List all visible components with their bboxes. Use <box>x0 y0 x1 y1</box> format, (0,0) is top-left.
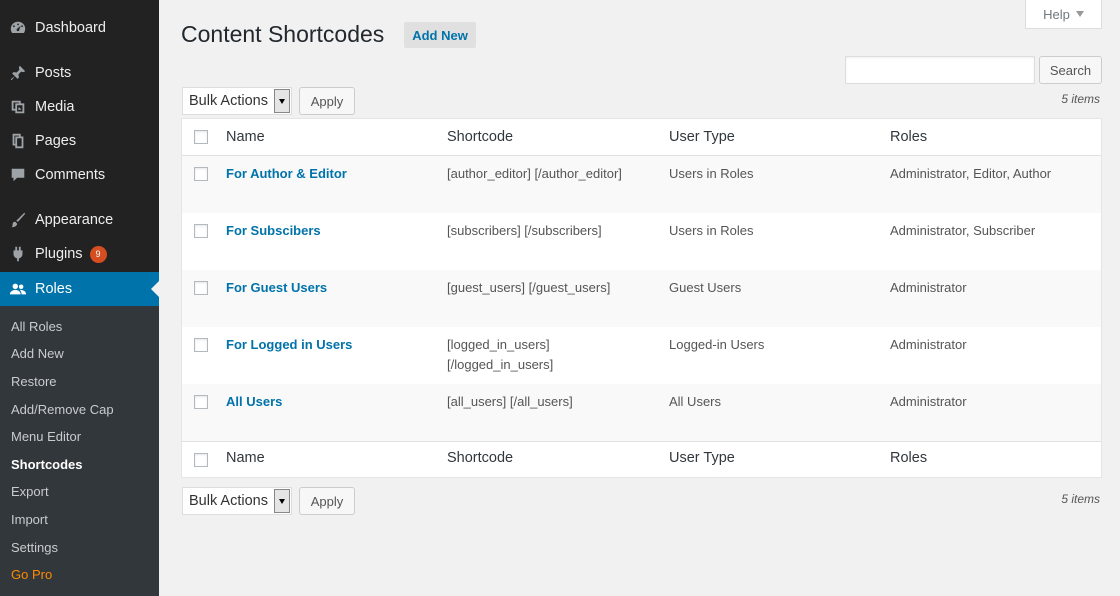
bulk-actions-value: Bulk Actions <box>189 493 268 509</box>
update-count-badge: 9 <box>89 245 107 263</box>
select-all-checkbox-footer[interactable] <box>194 453 208 467</box>
menu-label: Comments <box>35 167 106 183</box>
row-user-type: Users in Roles <box>669 166 754 181</box>
dashboard-icon <box>8 18 28 38</box>
table-row: All Users [all_users] [/all_users] All U… <box>182 384 1101 441</box>
menu-label: Posts <box>35 65 72 81</box>
add-new-button[interactable]: Add New <box>404 22 476 48</box>
search-input[interactable] <box>845 56 1035 84</box>
row-user-type: All Users <box>669 394 722 409</box>
submenu-menu-editor[interactable]: Menu Editor <box>11 429 81 444</box>
menu-label: Media <box>35 99 75 115</box>
submenu-restore[interactable]: Restore <box>11 374 57 389</box>
row-name-link[interactable]: All Users <box>226 392 282 412</box>
row-checkbox[interactable] <box>194 281 208 295</box>
pin-icon <box>8 63 28 83</box>
column-header-roles: Roles <box>890 129 928 145</box>
menu-label: Pages <box>35 133 77 149</box>
roles-submenu: All Roles Add New Restore Add/Remove Cap… <box>0 306 159 596</box>
help-tab-button[interactable]: Help <box>1025 0 1102 29</box>
menu-label: Appearance <box>35 212 114 228</box>
apply-button-top[interactable]: Apply <box>299 87 355 115</box>
row-name-link[interactable]: For Author & Editor <box>226 164 347 184</box>
dropdown-arrow-icon <box>274 489 290 513</box>
submenu-export[interactable]: Export <box>11 484 49 499</box>
menu-label: Dashboard <box>35 20 106 36</box>
row-user-type: Guest Users <box>669 280 742 295</box>
row-user-type: Logged-in Users <box>669 337 765 352</box>
media-icon <box>8 97 28 117</box>
submenu-import[interactable]: Import <box>11 512 48 527</box>
admin-sidebar: Dashboard Posts Media Pages Comments App… <box>0 0 159 596</box>
row-checkbox[interactable] <box>194 224 208 238</box>
row-shortcode: [guest_users] [/guest_users] <box>447 280 611 295</box>
row-user-type: Users in Roles <box>669 223 754 238</box>
menu-item-appearance[interactable]: Appearance <box>0 203 159 237</box>
column-footer-name[interactable]: Name <box>226 450 265 466</box>
apply-button-bottom[interactable]: Apply <box>299 487 355 515</box>
column-header-user-type: User Type <box>669 129 735 145</box>
dropdown-arrow-icon <box>274 89 290 113</box>
menu-label: Roles <box>35 281 73 297</box>
users-icon <box>8 279 28 299</box>
table-row: For Guest Users [guest_users] [/guest_us… <box>182 270 1101 327</box>
submenu-add-remove-cap[interactable]: Add/Remove Cap <box>11 402 114 417</box>
submenu-add-new[interactable]: Add New <box>11 346 64 361</box>
menu-item-pages[interactable]: Pages <box>0 124 159 158</box>
table-header-row: Name Shortcode User Type Roles <box>182 119 1101 156</box>
menu-label: Plugins <box>35 246 83 262</box>
caret-down-icon <box>1075 11 1084 17</box>
items-count-top: 5 items <box>1061 92 1100 106</box>
page-title: Content Shortcodes <box>181 21 385 47</box>
row-name-link[interactable]: For Guest Users <box>226 278 327 298</box>
bulk-actions-value: Bulk Actions <box>189 93 268 109</box>
row-roles: Administrator <box>890 394 967 409</box>
submenu-shortcodes[interactable]: Shortcodes <box>11 457 83 472</box>
bulk-actions-select-top[interactable]: Bulk Actions <box>182 87 292 115</box>
bulk-actions-select-bottom[interactable]: Bulk Actions <box>182 487 292 515</box>
row-shortcode: [author_editor] [/author_editor] <box>447 166 622 181</box>
table-row: For Logged in Users [logged_in_users] [/… <box>182 327 1101 384</box>
column-footer-shortcode: Shortcode <box>447 450 514 466</box>
submenu-all-roles[interactable]: All Roles <box>11 319 62 334</box>
submenu-go-pro[interactable]: Go Pro <box>11 567 52 582</box>
menu-item-comments[interactable]: Comments <box>0 158 159 192</box>
row-shortcode: [logged_in_users] [/logged_in_users] <box>447 337 554 372</box>
row-name-link[interactable]: For Subscibers <box>226 221 321 241</box>
table-footer-row: Name Shortcode User Type Roles <box>182 441 1101 477</box>
select-all-checkbox[interactable] <box>194 130 208 144</box>
pages-icon <box>8 131 28 151</box>
menu-item-roles[interactable]: Roles <box>0 272 159 306</box>
row-checkbox[interactable] <box>194 395 208 409</box>
current-menu-arrow <box>151 281 159 297</box>
submenu-settings[interactable]: Settings <box>11 540 58 555</box>
row-checkbox[interactable] <box>194 167 208 181</box>
menu-item-media[interactable]: Media <box>0 90 159 124</box>
row-checkbox[interactable] <box>194 338 208 352</box>
table-row: For Author & Editor [author_editor] [/au… <box>182 156 1101 213</box>
menu-item-plugins[interactable]: Plugins 9 <box>0 237 159 271</box>
row-shortcode: [all_users] [/all_users] <box>447 394 573 409</box>
plugin-icon <box>8 244 28 264</box>
menu-item-dashboard[interactable]: Dashboard <box>0 11 159 45</box>
shortcodes-table: Name Shortcode User Type Roles For Autho… <box>181 118 1102 478</box>
table-row: For Subscibers [subscribers] [/subscribe… <box>182 213 1101 270</box>
row-name-link[interactable]: For Logged in Users <box>226 335 352 355</box>
row-roles: Administrator <box>890 280 967 295</box>
row-roles: Administrator, Editor, Author <box>890 166 1052 181</box>
row-roles: Administrator <box>890 337 967 352</box>
help-label: Help <box>1043 6 1070 22</box>
items-count-bottom: 5 items <box>1061 492 1100 506</box>
column-header-name[interactable]: Name <box>226 129 265 145</box>
row-shortcode: [subscribers] [/subscribers] <box>447 223 602 238</box>
menu-item-posts[interactable]: Posts <box>0 56 159 90</box>
row-roles: Administrator, Subscriber <box>890 223 1036 238</box>
search-button[interactable]: Search <box>1039 56 1102 84</box>
comment-icon <box>8 165 28 185</box>
brush-icon <box>8 210 28 230</box>
column-header-shortcode: Shortcode <box>447 129 514 145</box>
column-footer-user-type: User Type <box>669 450 735 466</box>
column-footer-roles: Roles <box>890 450 928 466</box>
